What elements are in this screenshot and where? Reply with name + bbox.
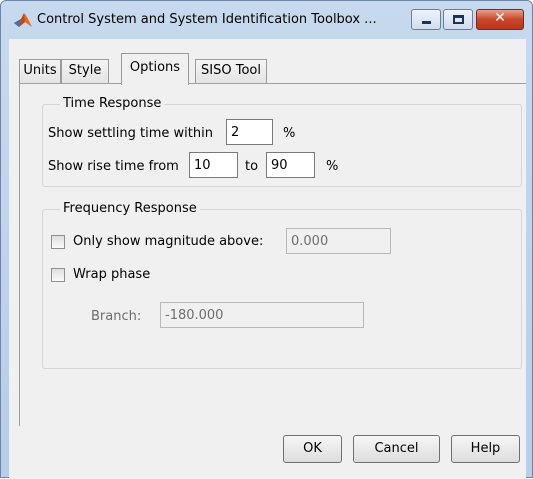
maximize-icon	[453, 15, 464, 24]
rise-time-label: Show rise time from	[48, 159, 179, 174]
magnitude-label: Only show magnitude above:	[73, 234, 264, 249]
tab-style-label: Style	[68, 63, 102, 78]
help-button[interactable]: Help	[451, 435, 520, 463]
wrap-phase-checkbox[interactable]	[51, 268, 65, 282]
options-panel: Time Response Show settling time within …	[19, 83, 526, 426]
rise-time-to-input[interactable]	[266, 152, 315, 178]
tab-options-label: Options	[129, 60, 181, 75]
settling-time-label: Show settling time within	[48, 126, 213, 141]
magnitude-checkbox[interactable]	[51, 235, 65, 249]
matlab-icon	[13, 11, 33, 29]
wrap-phase-label: Wrap phase	[73, 267, 151, 282]
tab-siso-tool[interactable]: SISO Tool	[195, 59, 267, 83]
tab-units[interactable]: Units	[19, 59, 61, 83]
tab-options[interactable]: Options	[121, 53, 189, 85]
cancel-button[interactable]: Cancel	[353, 435, 440, 463]
dialog-client: Units Style Options SISO Tool Time Respo…	[9, 39, 526, 479]
close-icon: ✕	[494, 10, 506, 26]
frequency-response-title: Frequency Response	[60, 201, 200, 216]
minimize-icon	[422, 21, 431, 24]
tab-units-label: Units	[23, 63, 57, 78]
tab-strip: Units Style Options SISO Tool	[9, 39, 526, 87]
ok-button[interactable]: OK	[283, 435, 342, 463]
frequency-response-group	[42, 209, 522, 369]
rise-unit-label: %	[326, 159, 339, 174]
title-bar[interactable]: Control System and System Identification…	[1, 1, 533, 39]
branch-label: Branch:	[91, 309, 142, 324]
maximize-button[interactable]	[443, 9, 473, 30]
tab-siso-tool-label: SISO Tool	[201, 63, 261, 78]
close-button[interactable]: ✕	[476, 9, 524, 30]
magnitude-input[interactable]	[286, 228, 391, 254]
dialog-window: Control System and System Identification…	[0, 0, 533, 479]
minimize-button[interactable]	[411, 9, 441, 30]
time-response-title: Time Response	[60, 96, 165, 111]
settling-unit-label: %	[283, 126, 296, 141]
branch-input[interactable]	[160, 302, 364, 328]
tab-style[interactable]: Style	[61, 59, 109, 83]
rise-time-from-input[interactable]	[189, 152, 238, 178]
settling-time-input[interactable]	[226, 119, 273, 145]
window-title: Control System and System Identification…	[37, 12, 377, 27]
rise-time-to-label: to	[245, 159, 259, 174]
